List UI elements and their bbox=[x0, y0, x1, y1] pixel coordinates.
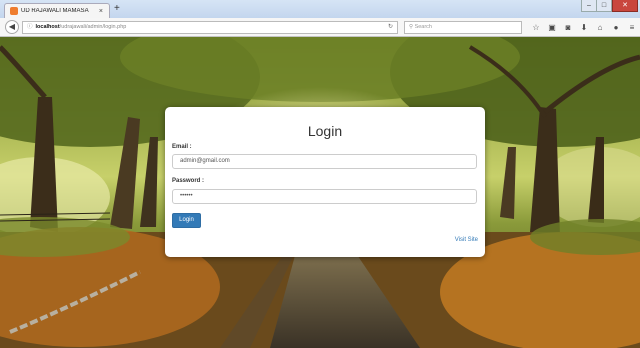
navigation-bar: ◀ ⓘ localhost/udrajawali/admin/login.php … bbox=[0, 18, 640, 37]
home-icon[interactable]: ⌂ bbox=[592, 21, 608, 34]
page-viewport: Login Email : admin@gmail.com Password :… bbox=[0, 37, 640, 348]
maximize-button[interactable]: □ bbox=[597, 0, 612, 12]
address-bar[interactable]: ⓘ localhost/udrajawali/admin/login.php ↻ bbox=[22, 21, 398, 34]
login-title: Login bbox=[307, 123, 343, 139]
tab-close-icon[interactable]: × bbox=[99, 8, 103, 15]
title-bar: UD RAJAWALI MAMASA × + – □ ✕ bbox=[0, 0, 640, 18]
email-label: Email : bbox=[172, 144, 192, 150]
toolbar-icons: ☆ ▣ ◙ ⬇ ⌂ ● ≡ bbox=[528, 21, 640, 34]
menu-icon[interactable]: ≡ bbox=[624, 21, 640, 34]
password-label: Password : bbox=[172, 178, 205, 184]
browser-tab[interactable]: UD RAJAWALI MAMASA × bbox=[4, 3, 110, 18]
pocket-icon[interactable]: ◙ bbox=[560, 21, 576, 34]
email-field[interactable]: admin@gmail.com bbox=[172, 154, 477, 169]
minimize-button[interactable]: – bbox=[581, 0, 597, 12]
login-card: Login Email : admin@gmail.com Password :… bbox=[165, 107, 485, 257]
chat-icon[interactable]: ● bbox=[608, 21, 624, 34]
new-tab-button[interactable]: + bbox=[114, 3, 120, 15]
url-path: /udrajawali/admin/login.php bbox=[59, 24, 127, 30]
search-placeholder: Search bbox=[414, 24, 432, 30]
site-info-icon[interactable]: ⓘ bbox=[27, 24, 33, 30]
clipboard-icon[interactable]: ▣ bbox=[544, 21, 560, 34]
site-favicon-icon bbox=[10, 7, 18, 15]
visit-site-link[interactable]: Visit Site bbox=[455, 237, 478, 243]
password-field[interactable]: •••••• bbox=[172, 189, 477, 204]
back-arrow-icon: ◀ bbox=[8, 22, 16, 31]
window-controls: – □ ✕ bbox=[581, 0, 638, 12]
close-window-button[interactable]: ✕ bbox=[612, 0, 638, 12]
back-button[interactable]: ◀ bbox=[5, 20, 19, 34]
reload-icon[interactable]: ↻ bbox=[388, 22, 393, 33]
star-icon[interactable]: ☆ bbox=[528, 21, 544, 34]
login-button[interactable]: Login bbox=[172, 213, 201, 228]
url-host: localhost bbox=[35, 24, 60, 30]
download-icon[interactable]: ⬇ bbox=[576, 21, 592, 34]
tab-title: UD RAJAWALI MAMASA bbox=[21, 8, 89, 14]
search-input[interactable]: ⚲ Search bbox=[404, 21, 522, 34]
